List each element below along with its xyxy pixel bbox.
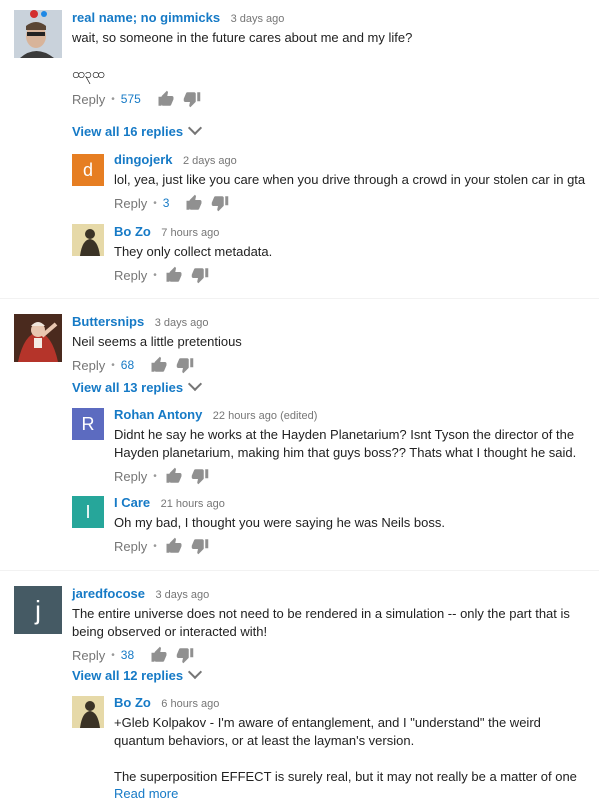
like-count: 3 bbox=[162, 196, 170, 210]
chevron-down-icon bbox=[187, 664, 203, 680]
avatar-letter: I bbox=[85, 501, 91, 522]
avatar-letter: R bbox=[81, 413, 95, 434]
comment-text: Neil seems a little pretentious bbox=[72, 334, 242, 349]
reply: I I Care 21 hours ago Oh my bad, I thoug… bbox=[0, 494, 599, 560]
reply-author[interactable]: dingojerk bbox=[114, 152, 173, 167]
separator-dot: • bbox=[111, 93, 115, 105]
avatar[interactable]: j bbox=[14, 586, 62, 634]
avatar-photo-icon bbox=[14, 314, 62, 362]
avatar[interactable] bbox=[72, 224, 104, 256]
reply: d dingojerk 2 days ago lol, yea, just li… bbox=[0, 150, 599, 216]
reply-button[interactable]: Reply bbox=[72, 92, 105, 107]
comment: j jaredfocose 3 days ago The entire univ… bbox=[0, 580, 599, 664]
thumbs-up-icon[interactable] bbox=[165, 467, 183, 485]
reply-author[interactable]: Bo Zo bbox=[114, 224, 151, 239]
like-count: 575 bbox=[120, 92, 141, 106]
view-all-replies-button[interactable]: View all 12 replies bbox=[72, 664, 203, 685]
reply: Bo Zo 6 hours ago +Gleb Kolpakov - I'm a… bbox=[0, 694, 599, 804]
reply-text: lol, yea, just like you care when you dr… bbox=[114, 172, 586, 187]
comment-text: The entire universe does not need to be … bbox=[72, 606, 574, 639]
reply-text: Didnt he say he works at the Hayden Plan… bbox=[114, 427, 578, 460]
comment-time[interactable]: 3 days ago bbox=[155, 589, 209, 601]
reply-button[interactable]: Reply bbox=[114, 268, 147, 283]
thumbs-down-icon[interactable] bbox=[183, 90, 201, 108]
thumbs-up-icon[interactable] bbox=[157, 90, 175, 108]
separator-dot: • bbox=[153, 540, 157, 552]
thumbs-up-icon[interactable] bbox=[185, 194, 203, 212]
view-all-replies-button[interactable]: View all 16 replies bbox=[72, 120, 203, 141]
avatar[interactable]: d bbox=[72, 154, 104, 186]
avatar-letter: j bbox=[35, 594, 41, 625]
reply-text: Oh my bad, I thought you were saying he … bbox=[114, 515, 445, 530]
thread-divider bbox=[0, 570, 599, 571]
reply-author[interactable]: I Care bbox=[114, 495, 150, 510]
thumbs-up-icon[interactable] bbox=[150, 646, 168, 664]
avatar[interactable]: R bbox=[72, 408, 104, 440]
reply-text: +Gleb Kolpakov - I'm aware of entangleme… bbox=[114, 715, 577, 784]
thumbs-down-icon[interactable] bbox=[176, 646, 194, 664]
separator-dot: • bbox=[153, 269, 157, 281]
avatar-silhouette-icon bbox=[72, 224, 104, 256]
thumbs-down-icon[interactable] bbox=[191, 467, 209, 485]
reply-time[interactable]: 22 hours ago (edited) bbox=[213, 410, 318, 422]
view-replies-label: View all 12 replies bbox=[72, 668, 184, 683]
comment-author[interactable]: Buttersnips bbox=[72, 314, 144, 329]
avatar-letter: d bbox=[82, 159, 93, 180]
avatar-photo-icon bbox=[14, 10, 62, 58]
reply-time[interactable]: 6 hours ago bbox=[161, 698, 219, 710]
thumbs-down-icon[interactable] bbox=[191, 266, 209, 284]
reply-author[interactable]: Rohan Antony bbox=[114, 407, 202, 422]
read-more-link[interactable]: Read more bbox=[114, 786, 595, 801]
avatar[interactable] bbox=[72, 696, 104, 728]
reply-text: They only collect metadata. bbox=[114, 244, 273, 259]
view-all-replies-button[interactable]: View all 13 replies bbox=[72, 376, 203, 397]
thumbs-down-icon[interactable] bbox=[191, 537, 209, 555]
like-count: 38 bbox=[120, 648, 135, 662]
reply-button[interactable]: Reply bbox=[114, 539, 147, 554]
thumbs-down-icon[interactable] bbox=[176, 356, 194, 374]
reply-button[interactable]: Reply bbox=[72, 648, 105, 663]
avatar[interactable]: I bbox=[72, 496, 104, 528]
comment-author[interactable]: jaredfocose bbox=[72, 586, 145, 601]
separator-dot: • bbox=[153, 197, 157, 209]
comment: Buttersnips 3 days ago Neil seems a litt… bbox=[0, 308, 599, 383]
separator-dot: • bbox=[111, 649, 115, 661]
like-count: 68 bbox=[120, 358, 135, 372]
avatar[interactable] bbox=[14, 10, 62, 58]
avatar-silhouette-icon bbox=[72, 696, 104, 728]
view-replies-label: View all 16 replies bbox=[72, 124, 184, 139]
reply: Bo Zo 7 hours ago They only collect meta… bbox=[0, 222, 599, 288]
thumbs-down-icon[interactable] bbox=[211, 194, 229, 212]
reply-button[interactable]: Reply bbox=[72, 358, 105, 373]
chevron-down-icon bbox=[187, 376, 203, 392]
reply-time[interactable]: 21 hours ago bbox=[161, 498, 225, 510]
comment-author[interactable]: real name; no gimmicks bbox=[72, 10, 220, 25]
comment-text: wait, so someone in the future cares abo… bbox=[72, 30, 413, 81]
comment-time[interactable]: 3 days ago bbox=[155, 317, 209, 329]
reply-button[interactable]: Reply bbox=[114, 469, 147, 484]
comment: real name; no gimmicks 3 days ago wait, … bbox=[0, 4, 599, 119]
separator-dot: • bbox=[153, 470, 157, 482]
separator-dot: • bbox=[111, 359, 115, 371]
thumbs-up-icon[interactable] bbox=[165, 537, 183, 555]
avatar[interactable] bbox=[14, 314, 62, 362]
thumbs-up-icon[interactable] bbox=[165, 266, 183, 284]
thumbs-up-icon[interactable] bbox=[150, 356, 168, 374]
reply: R Rohan Antony 22 hours ago (edited) Did… bbox=[0, 406, 599, 491]
reply-time[interactable]: 7 hours ago bbox=[161, 227, 219, 239]
reply-button[interactable]: Reply bbox=[114, 196, 147, 211]
thread-divider bbox=[0, 298, 599, 299]
reply-author[interactable]: Bo Zo bbox=[114, 695, 151, 710]
reply-time[interactable]: 2 days ago bbox=[183, 155, 237, 167]
comment-time[interactable]: 3 days ago bbox=[231, 13, 285, 25]
chevron-down-icon bbox=[187, 120, 203, 136]
view-replies-label: View all 13 replies bbox=[72, 380, 184, 395]
